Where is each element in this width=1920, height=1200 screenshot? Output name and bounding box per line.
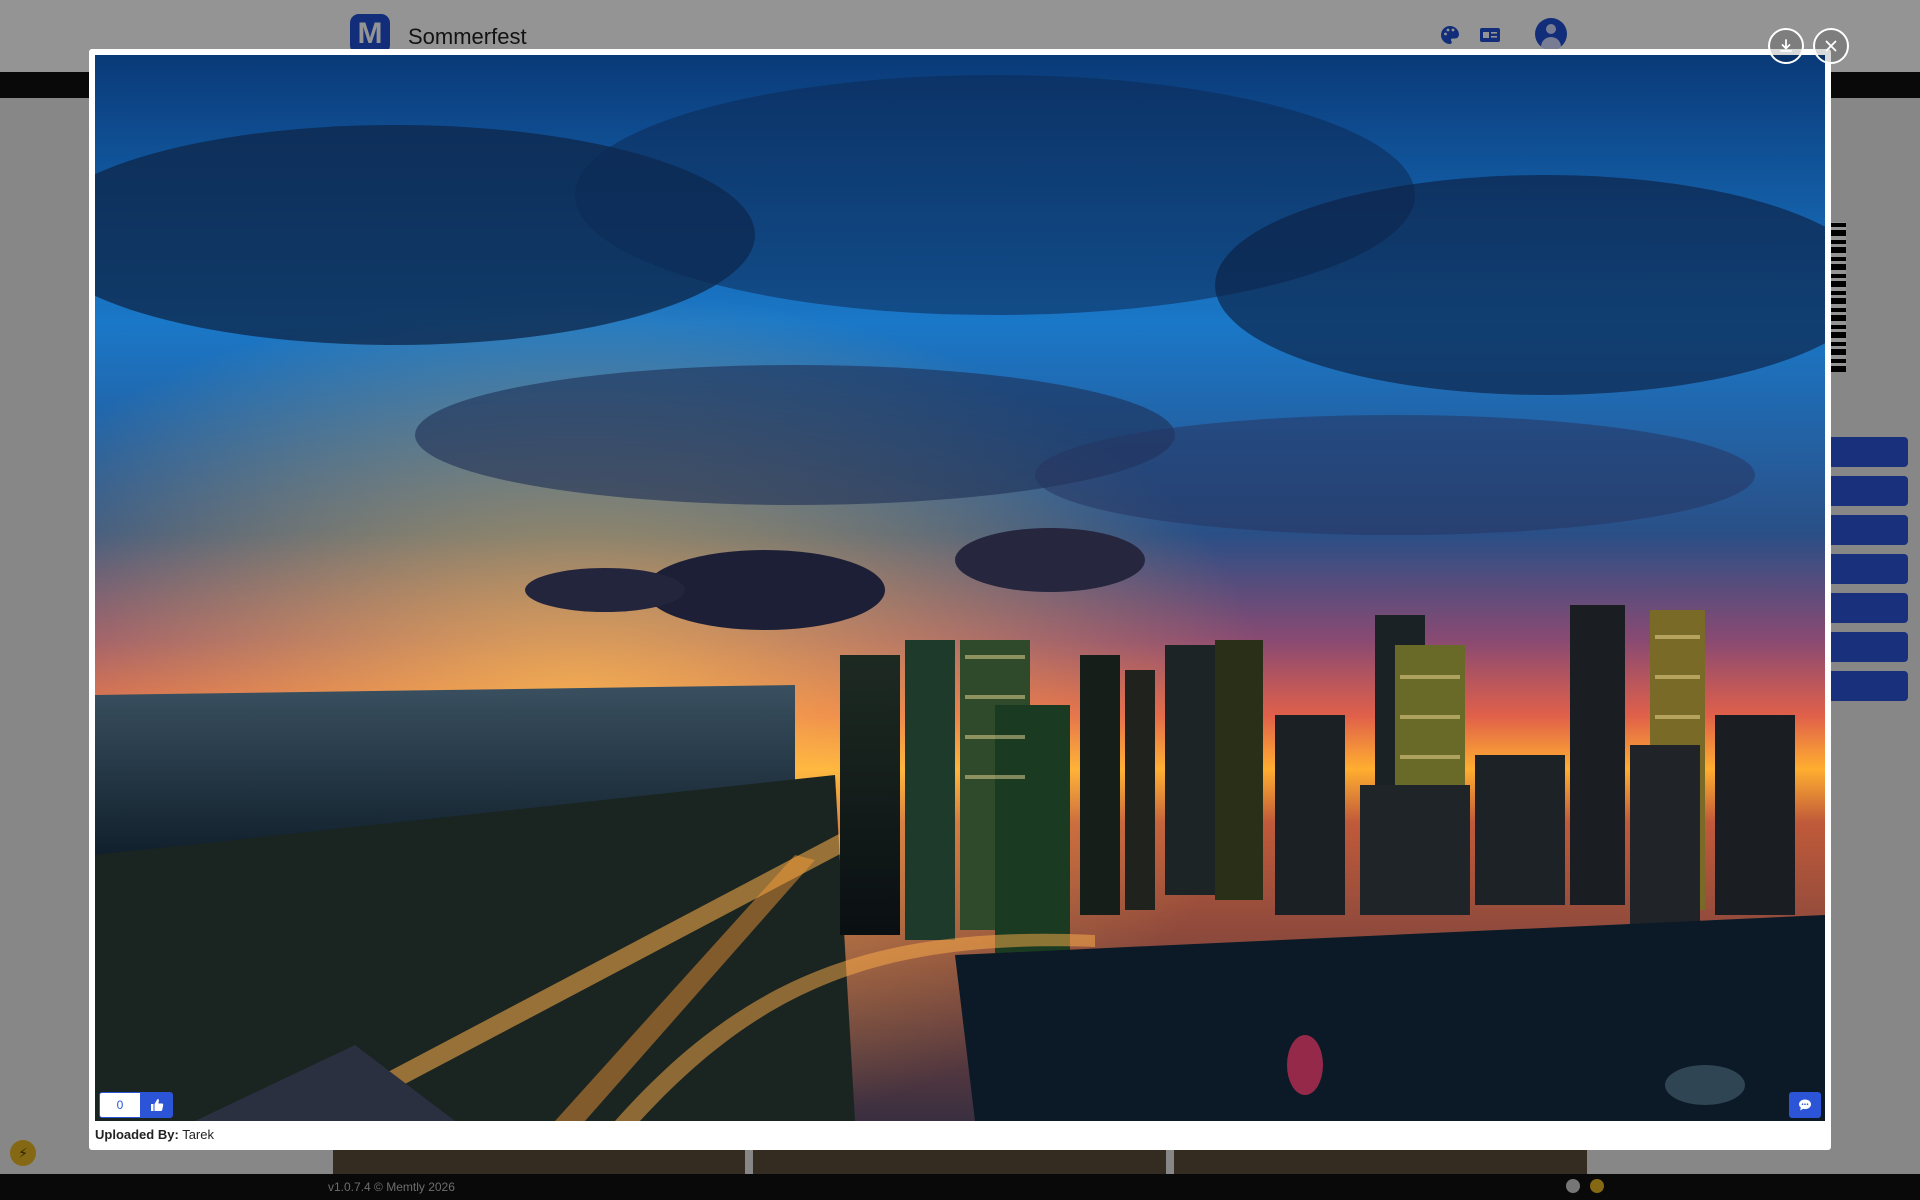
uploaded-by-name: Tarek — [182, 1127, 214, 1142]
comment-icon — [1799, 1099, 1811, 1111]
lightbox-photo — [95, 55, 1825, 1121]
like-count: 0 — [99, 1092, 141, 1118]
like-button[interactable] — [141, 1092, 173, 1118]
uploaded-by-caption: Uploaded By: Tarek — [95, 1127, 214, 1142]
image-lightbox: 0 Uploaded By: Tarek — [89, 49, 1831, 1150]
close-icon — [1825, 40, 1837, 52]
close-button[interactable] — [1813, 28, 1849, 64]
like-control: 0 — [99, 1092, 173, 1118]
city-skyline-photo — [95, 55, 1825, 1121]
thumbs-up-icon — [151, 1099, 164, 1111]
download-icon — [1780, 39, 1792, 52]
comment-button[interactable] — [1789, 1092, 1821, 1118]
download-button[interactable] — [1768, 28, 1804, 64]
uploaded-by-label: Uploaded By: — [95, 1127, 179, 1142]
